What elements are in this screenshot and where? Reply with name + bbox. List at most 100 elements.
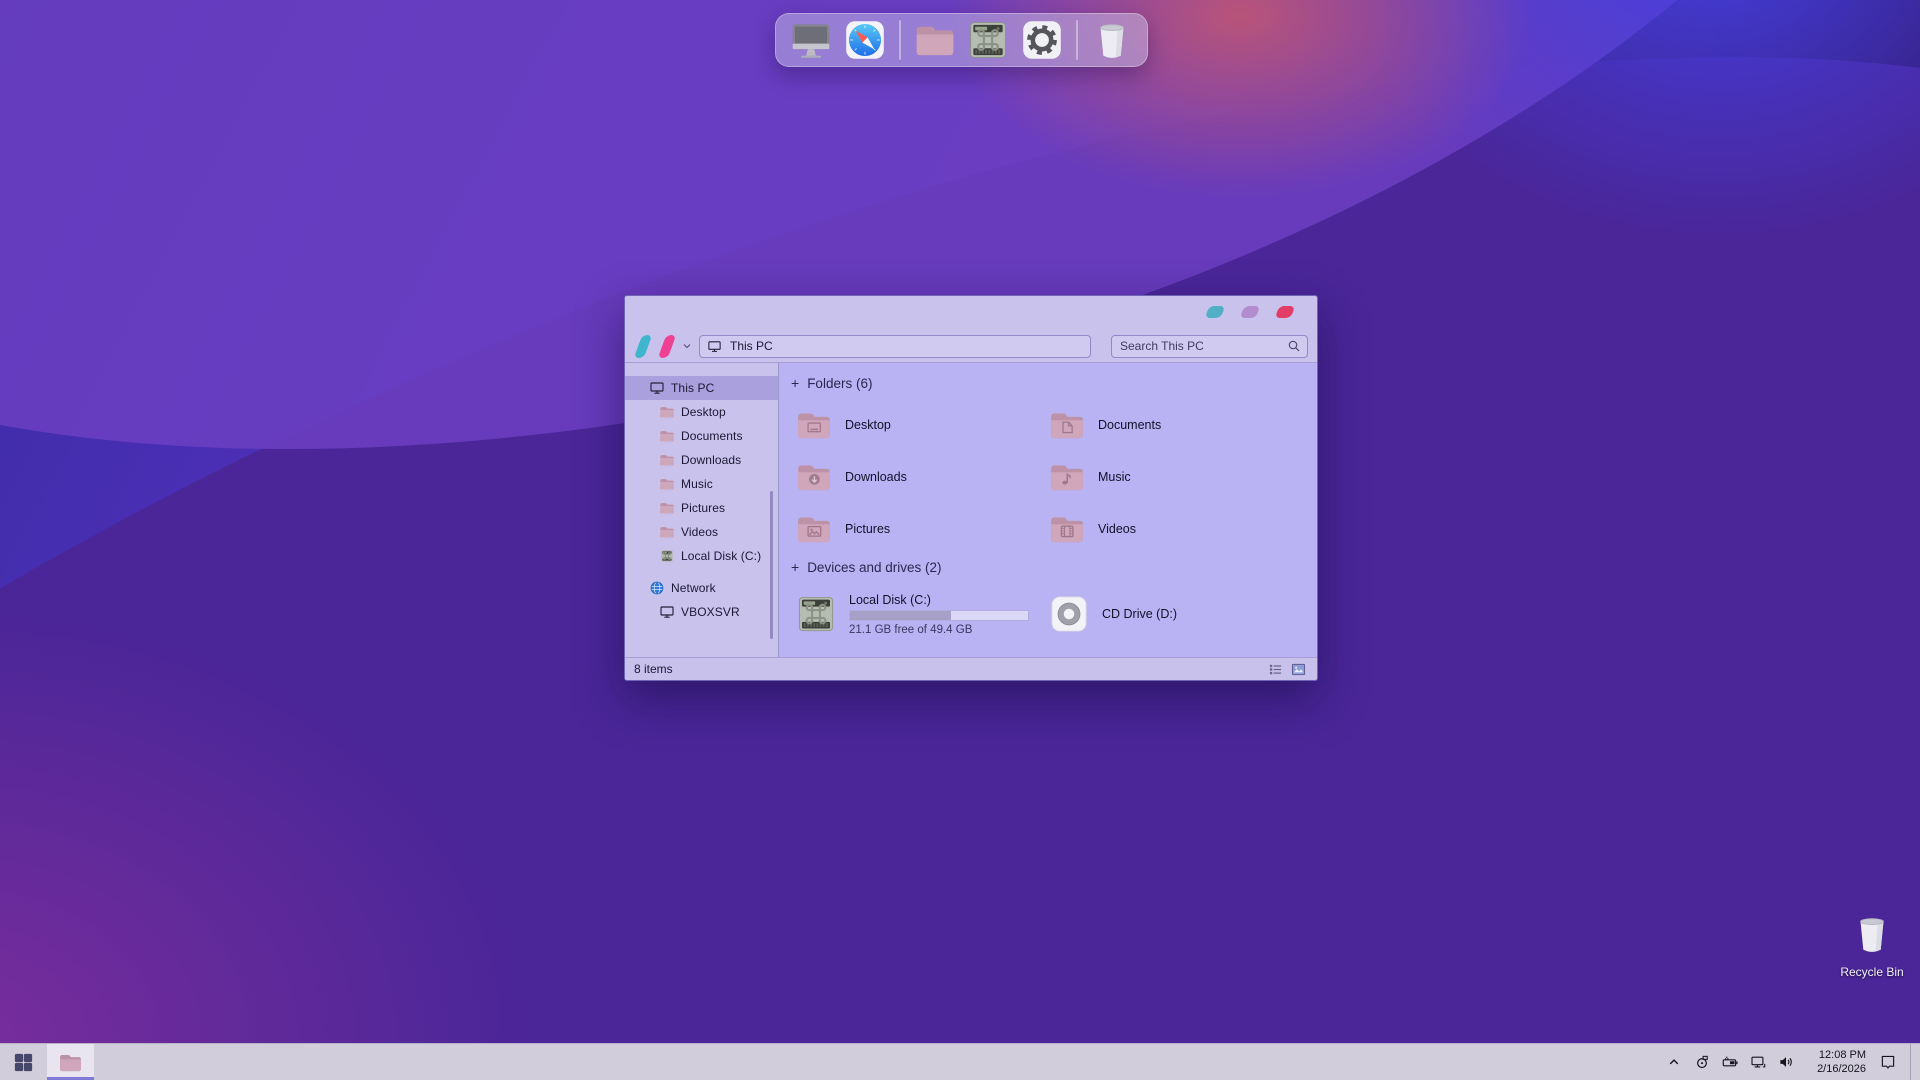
dock-item-files[interactable] — [912, 17, 958, 63]
monitor-icon — [649, 380, 665, 396]
file-tile-local-disk-c[interactable]: Local Disk (C:) 21.1 GB free of 49.4 GB — [795, 583, 1048, 645]
view-toggles — [1268, 662, 1306, 677]
capacity-text: 21.1 GB free of 49.4 GB — [849, 624, 1029, 636]
battery-icon[interactable] — [1721, 1053, 1739, 1071]
navigation-toolbar: This PC — [625, 330, 1317, 363]
folder-downloads-icon — [795, 458, 833, 496]
back-button[interactable] — [634, 335, 652, 358]
clock-time: 12:08 PM — [1808, 1048, 1866, 1062]
folder-icon — [659, 524, 675, 540]
sidebar-item-label: Documents — [681, 429, 743, 443]
tile-label: Pictures — [845, 522, 890, 536]
dock-separator — [1076, 20, 1078, 60]
icons-view-icon[interactable] — [1291, 662, 1306, 677]
search-input[interactable] — [1120, 339, 1287, 353]
file-tile-downloads[interactable]: Downloads — [795, 451, 1048, 503]
search-box[interactable] — [1111, 335, 1308, 358]
taskbar: 12:08 PM 2/16/2026 — [0, 1043, 1920, 1080]
minimize-button[interactable] — [1205, 306, 1225, 318]
address-bar[interactable]: This PC — [699, 335, 1091, 358]
collapse-toggle-icon[interactable]: + — [791, 375, 799, 391]
details-view-icon[interactable] — [1268, 662, 1283, 677]
window-body: This PCDesktopDocumentsDownloadsMusicPic… — [625, 363, 1317, 657]
system-tray: 12:08 PM 2/16/2026 — [1665, 1044, 1920, 1080]
group-title: Folders (6) — [807, 376, 872, 391]
folder-music-icon — [1048, 458, 1086, 496]
file-tile-cd-drive-d[interactable]: CD Drive (D:) — [1048, 583, 1301, 645]
sidebar-item-desktop[interactable]: Desktop — [625, 400, 778, 424]
folder-icon — [659, 452, 675, 468]
file-tile-pictures[interactable]: Pictures — [795, 503, 1048, 555]
folder-icon — [659, 476, 675, 492]
tile-label: Videos — [1098, 522, 1136, 536]
maximize-button[interactable] — [1240, 306, 1260, 318]
folder-desktop-icon — [795, 406, 833, 444]
sidebar-scrollbar[interactable] — [770, 491, 773, 639]
folder-videos-icon — [1048, 510, 1086, 548]
harddrive-icon — [795, 593, 837, 635]
chevron-up-icon[interactable] — [1665, 1053, 1683, 1071]
tray-status-icon[interactable] — [1693, 1053, 1711, 1071]
imac-icon — [789, 18, 833, 62]
clock-date: 2/16/2026 — [1808, 1062, 1866, 1076]
folder-pictures-icon — [795, 510, 833, 548]
sidebar-item-downloads[interactable]: Downloads — [625, 448, 778, 472]
folder-icon — [58, 1050, 83, 1075]
forward-button[interactable] — [658, 335, 676, 358]
tile-label: CD Drive (D:) — [1102, 607, 1177, 621]
sidebar-item-local-disk-c[interactable]: Local Disk (C:) — [625, 544, 778, 568]
sidebar-item-label: VBOXSVR — [681, 605, 740, 619]
search-icon — [1287, 339, 1301, 353]
show-desktop-button[interactable] — [1910, 1044, 1917, 1080]
ethernet-icon[interactable] — [1749, 1053, 1767, 1071]
dock-separator — [899, 20, 901, 60]
group-header-folders-6[interactable]: + Folders (6) — [791, 375, 1317, 391]
recycle-bin-desktop-icon[interactable]: Recycle Bin — [1832, 910, 1912, 979]
group-header-devices-and-drives-2[interactable]: + Devices and drives (2) — [791, 559, 1317, 575]
file-tile-music[interactable]: Music — [1048, 451, 1301, 503]
tile-label: Local Disk (C:) — [849, 593, 1029, 607]
close-button[interactable] — [1275, 306, 1295, 318]
trash-icon — [1850, 910, 1894, 958]
status-bar: 8 items — [625, 657, 1317, 680]
titlebar[interactable] — [625, 296, 1317, 330]
collapse-toggle-icon[interactable]: + — [791, 559, 799, 575]
taskbar-spacer — [94, 1044, 1665, 1080]
sidebar-item-label: Pictures — [681, 501, 725, 515]
dock-item-this-pc[interactable] — [788, 17, 834, 63]
folder-documents-icon — [1048, 406, 1086, 444]
sidebar-item-documents[interactable]: Documents — [625, 424, 778, 448]
file-list-pane: + Folders (6) DesktopDocuments Downloads Mus… — [779, 363, 1317, 657]
dock-item-settings[interactable] — [1019, 17, 1065, 63]
folder-icon — [659, 428, 675, 444]
dock-item-hard-disk[interactable] — [965, 17, 1011, 63]
monitor-icon — [707, 339, 722, 354]
group-title: Devices and drives (2) — [807, 560, 941, 575]
file-tile-desktop[interactable]: Desktop — [795, 399, 1048, 451]
sidebar-item-label: Downloads — [681, 453, 741, 467]
folder-icon — [913, 18, 957, 62]
dock-item-safari[interactable] — [842, 17, 888, 63]
sidebar-item-this-pc[interactable]: This PC — [625, 376, 778, 400]
taskbar-file-explorer-button[interactable] — [47, 1044, 94, 1080]
monitor-icon — [659, 604, 675, 620]
explorer-window: This PC This PCDesktopDocumentsDownloads… — [624, 295, 1318, 681]
tile-label: Downloads — [845, 470, 907, 484]
taskbar-clock[interactable]: 12:08 PM 2/16/2026 — [1808, 1048, 1866, 1077]
action-center-icon[interactable] — [1879, 1053, 1897, 1071]
sidebar-item-videos[interactable]: Videos — [625, 520, 778, 544]
file-tile-videos[interactable]: Videos — [1048, 503, 1301, 555]
file-tile-documents[interactable]: Documents — [1048, 399, 1301, 451]
item-count: 8 items — [634, 662, 673, 676]
history-chevron-icon[interactable] — [681, 340, 693, 352]
trash-icon — [1090, 18, 1134, 62]
window-controls — [1207, 306, 1293, 318]
sidebar-item-pictures[interactable]: Pictures — [625, 496, 778, 520]
sidebar-item-network[interactable]: Network — [625, 576, 778, 600]
start-button[interactable] — [0, 1044, 47, 1080]
sidebar-item-label: This PC — [671, 381, 714, 395]
sidebar-item-music[interactable]: Music — [625, 472, 778, 496]
volume-icon[interactable] — [1777, 1053, 1795, 1071]
dock-item-trash[interactable] — [1089, 17, 1135, 63]
sidebar-item-vboxsvr[interactable]: VBOXSVR — [625, 600, 778, 624]
